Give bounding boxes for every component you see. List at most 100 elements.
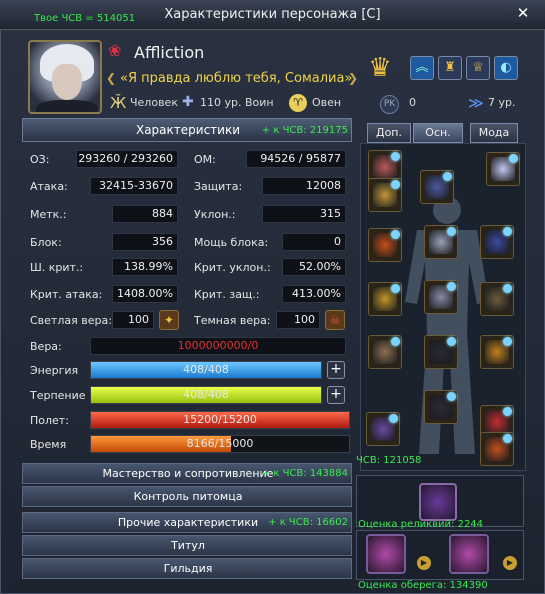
accuracy-label: Метк.:: [30, 208, 67, 221]
rose-icon: ❀: [108, 41, 122, 60]
mp-value: 94526 / 95877: [246, 150, 346, 168]
titul-section[interactable]: Титул: [22, 535, 352, 556]
close-icon[interactable]: ✕: [512, 3, 534, 23]
gem-icon: [503, 284, 512, 293]
flight-bar: 15200/15200: [90, 411, 350, 429]
crit-chance-label: Ш. крит.:: [30, 261, 84, 274]
total-gear-score: Твое ЧСВ = 514051: [34, 13, 136, 24]
gem-icon: [503, 227, 512, 236]
defense-label: Защита:: [194, 180, 243, 193]
crit-evasion-label: Крит. уклон.:: [194, 261, 271, 274]
gem-icon: [447, 227, 456, 236]
rank-icon: ≫: [468, 94, 484, 112]
block-power-label: Мощь блока:: [194, 236, 269, 249]
wave-icon[interactable]: ◐: [494, 56, 518, 80]
armor-slot[interactable]: [424, 225, 458, 259]
faith-label: Вера:: [30, 340, 62, 353]
energy-plus-button[interactable]: +: [327, 361, 345, 379]
amulet-1-arrow-icon[interactable]: ▶: [417, 556, 431, 570]
zodiac-label: Овен: [312, 96, 342, 109]
block-power-value: 0: [282, 233, 346, 251]
patience-plus-button[interactable]: +: [327, 386, 345, 404]
title-bar[interactable]: Характеристики персонажа [C] Твое ЧСВ = …: [0, 0, 545, 30]
gem-icon: [391, 152, 400, 161]
stats-header[interactable]: Характеристики + к ЧСВ: 219175: [22, 118, 352, 142]
title-crown-icon[interactable]: ♛: [361, 50, 399, 86]
legs-slot[interactable]: [424, 280, 458, 314]
shoes-slot[interactable]: [424, 390, 458, 424]
accuracy-value: 884: [112, 205, 178, 223]
trophy-icon[interactable]: ♕: [466, 56, 490, 80]
titul-label: Титул: [171, 539, 205, 552]
hp-label: ОЗ:: [30, 153, 50, 166]
pk-icon: PK: [380, 95, 399, 114]
other-stats-section[interactable]: Прочие характеристики + к ЧСВ: 16602: [22, 512, 352, 533]
mastery-bonus: + к ЧСВ: 143884: [261, 468, 348, 479]
cloak-slot[interactable]: [480, 335, 514, 369]
gem-icon: [391, 337, 400, 346]
gem-icon: [447, 392, 456, 401]
energy-value: 408/408: [183, 363, 229, 376]
character-name: Affliction: [134, 43, 205, 62]
mask-slot[interactable]: [368, 178, 402, 212]
chevron-up-icon[interactable]: ︽: [410, 56, 434, 80]
relic-slot[interactable]: [419, 483, 457, 521]
gem-icon: [509, 154, 518, 163]
wing-left-icon: ❮: [106, 71, 117, 85]
pet-section[interactable]: Контроль питомца: [22, 486, 352, 507]
wings-slot[interactable]: [486, 152, 520, 186]
pet-label: Контроль питомца: [133, 490, 243, 503]
rank-value: 7 ур.: [488, 96, 516, 109]
tab-extra[interactable]: Доп.: [367, 123, 411, 143]
boots-slot[interactable]: [480, 282, 514, 316]
gem-icon: [391, 180, 400, 189]
dark-faith-value: 100: [276, 311, 320, 329]
flight-label: Полет:: [30, 414, 69, 427]
class-icon: ✚: [182, 94, 194, 110]
ring-slot-2[interactable]: [480, 432, 514, 466]
defense-value: 12008: [262, 177, 346, 195]
necklace-slot[interactable]: [368, 335, 402, 369]
crit-attack-value: 1408.00%: [112, 285, 178, 303]
time-value: 8166/15000: [186, 437, 254, 450]
hp-value: 293260 / 293260: [76, 150, 178, 168]
light-faith-icon[interactable]: ✦: [159, 310, 179, 330]
time-bar: 8166/15000: [90, 435, 350, 453]
zodiac-icon: ♈: [289, 94, 307, 112]
evasion-label: Уклон.:: [194, 208, 236, 221]
level-class: 110 ур. Воин: [200, 96, 274, 109]
flight-value: 15200/15200: [183, 413, 257, 426]
cup-icon[interactable]: ♜: [438, 56, 462, 80]
character-portrait: [28, 40, 102, 114]
mp-label: ОМ:: [194, 153, 216, 166]
gem-icon: [447, 282, 456, 291]
weapon-top-slot[interactable]: [420, 170, 454, 204]
guild-section[interactable]: Гильдия: [22, 558, 352, 579]
bracer-slot[interactable]: [480, 225, 514, 259]
energy-bar: 408/408: [90, 361, 322, 379]
block-label: Блок:: [30, 236, 62, 249]
amulet-slot-2[interactable]: [449, 534, 489, 574]
gem-icon: [503, 337, 512, 346]
gem-icon: [503, 434, 512, 443]
mastery-section[interactable]: Мастерство и сопротивление + к ЧСВ: 14388…: [22, 463, 352, 484]
faith-value: 1000000000/0: [90, 337, 346, 355]
gem-icon: [443, 172, 452, 181]
ring-slot-1[interactable]: [368, 228, 402, 262]
time-label: Время: [30, 438, 67, 451]
tab-main[interactable]: Осн.: [413, 123, 463, 143]
dark-faith-icon[interactable]: ☠: [325, 310, 345, 330]
amulet-slot-1[interactable]: [366, 534, 406, 574]
block-value: 356: [112, 233, 178, 251]
evasion-value: 315: [262, 205, 346, 223]
attack-value: 32415-33670: [90, 177, 178, 195]
fashion-weapon-slot[interactable]: [366, 412, 400, 446]
amulet-2-arrow-icon[interactable]: ▶: [503, 556, 517, 570]
patience-label: Терпение: [30, 389, 86, 402]
belt-slot[interactable]: [368, 282, 402, 316]
pants-slot[interactable]: [424, 335, 458, 369]
patience-value: 408/408: [183, 388, 229, 401]
light-faith-label: Светлая вера:: [30, 314, 112, 327]
tab-fashion[interactable]: Мода: [470, 123, 518, 143]
gem-icon: [503, 407, 512, 416]
